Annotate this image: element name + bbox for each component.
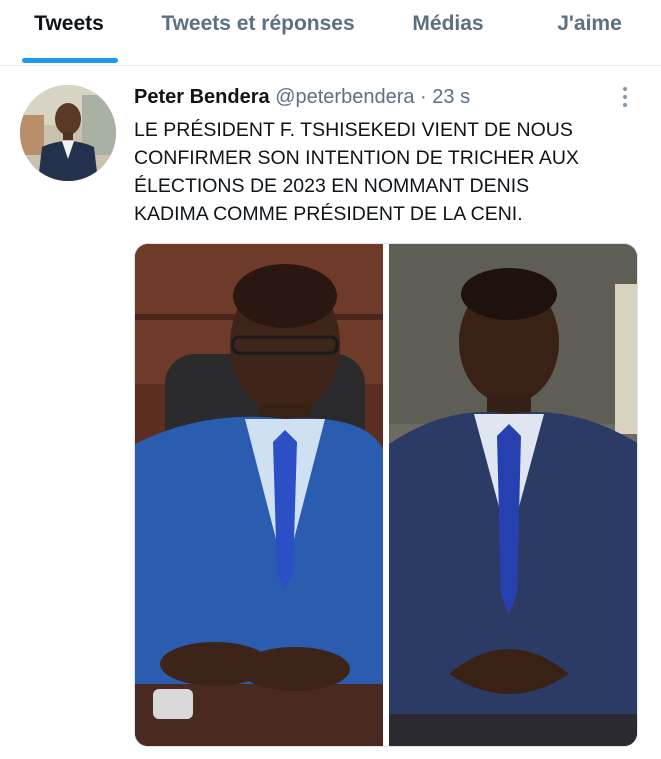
tweet-text-line: CONFIRMER SON INTENTION DE TRICHER AUX [134, 147, 579, 169]
author-name[interactable]: Peter Bendera [134, 86, 270, 108]
portrait-photo [389, 244, 637, 746]
tab-tweets-and-replies[interactable]: Tweets et réponses [138, 0, 378, 66]
header-separator: · [420, 86, 427, 108]
author-handle[interactable]: @peterbendera [275, 86, 414, 108]
media-photo-right[interactable] [389, 244, 637, 746]
tab-likes[interactable]: J'aime [518, 0, 661, 66]
more-vertical-icon[interactable] [615, 83, 635, 113]
tweet-media[interactable] [134, 243, 638, 747]
active-tab-indicator [22, 58, 118, 63]
portrait-photo [135, 244, 383, 746]
tweet-timestamp[interactable]: 23 s [432, 86, 470, 108]
tweet-text-line: ÉLECTIONS DE 2023 EN NOMMANT DENIS [134, 175, 530, 197]
tweet-text-line: KADIMA COMME PRÉSIDENT DE LA CENI. [134, 203, 523, 225]
avatar-photo [20, 85, 116, 181]
tweet[interactable]: Peter Bendera @peterbendera · 23 s LE PR… [0, 67, 661, 759]
tab-tweets[interactable]: Tweets [0, 0, 138, 66]
tweet-text-line: LE PRÉSIDENT F. TSHISEKEDI VIENT DE NOUS [134, 119, 573, 141]
media-photo-left[interactable] [135, 244, 383, 746]
tweet-header: Peter Bendera @peterbendera · 23 s [134, 83, 470, 111]
tab-media[interactable]: Médias [378, 0, 518, 66]
profile-tab-bar: Tweets Tweets et réponses Médias J'aime [0, 0, 661, 66]
avatar[interactable] [20, 85, 116, 181]
tweet-text: LE PRÉSIDENT F. TSHISEKEDI VIENT DE NOUS… [134, 116, 634, 228]
